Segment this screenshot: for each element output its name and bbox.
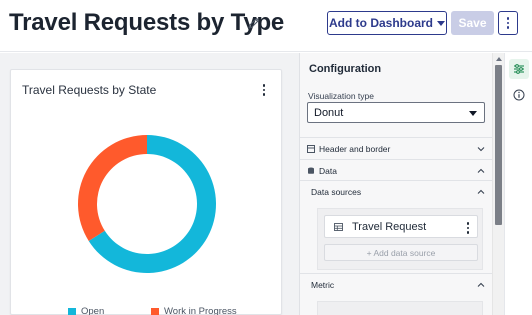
- chart-legend: Open Work in Progress: [11, 306, 283, 315]
- legend-label: Work in Progress: [164, 306, 237, 315]
- config-scrollbar[interactable]: [492, 53, 504, 315]
- section-header-border[interactable]: Header and border: [300, 137, 493, 159]
- chevron-up-icon: [477, 168, 485, 173]
- section-data[interactable]: Data: [300, 159, 493, 181]
- page-title: Travel Requests by Type: [9, 9, 285, 36]
- donut-chart: [78, 135, 216, 273]
- chevron-down-icon: [477, 147, 485, 152]
- settings-sliders-icon: [514, 64, 524, 74]
- more-vertical-icon[interactable]: [466, 222, 469, 234]
- add-to-dashboard-label: Add to Dashboard: [329, 16, 433, 30]
- dashboard-canvas: Travel Requests by State Open Work in Pro…: [0, 53, 299, 315]
- pencil-edit-icon[interactable]: [247, 16, 261, 30]
- chevron-down-icon: [437, 20, 445, 26]
- chart-widget[interactable]: Travel Requests by State Open Work in Pro…: [10, 69, 282, 315]
- legend-label: Open: [81, 306, 105, 315]
- section-data-sources-label: Data sources: [311, 186, 362, 197]
- table-icon: [334, 223, 343, 231]
- section-metric-label: Metric: [311, 279, 335, 290]
- data-source-name: Travel Request: [352, 220, 427, 233]
- legend-swatch: [151, 307, 159, 315]
- donut-slice-work-in-progress[interactable]: [78, 135, 147, 241]
- database-icon: [308, 167, 314, 174]
- chevron-up-icon: [477, 282, 485, 287]
- legend-item[interactable]: Work in Progress: [151, 306, 237, 315]
- section-data-label: Data: [319, 165, 337, 176]
- info-icon: [513, 89, 525, 101]
- configuration-tab-button[interactable]: [509, 59, 529, 79]
- more-vertical-icon: [506, 17, 510, 29]
- add-data-source-button[interactable]: + Add data source: [324, 244, 478, 261]
- header-bar: Travel Requests by Type Add to Dashboard…: [0, 0, 532, 52]
- data-source-item[interactable]: Travel Request: [324, 215, 478, 238]
- metric-container: [317, 301, 483, 315]
- legend-item[interactable]: Open: [68, 306, 104, 315]
- chevron-up-icon: [477, 189, 485, 194]
- right-rail: [504, 53, 532, 315]
- section-metric[interactable]: Metric: [300, 273, 493, 295]
- viz-type-value: Donut: [314, 106, 344, 119]
- chevron-down-icon: [469, 111, 477, 116]
- scroll-up-arrow-icon[interactable]: [496, 57, 502, 61]
- section-header-border-label: Header and border: [319, 143, 391, 154]
- configuration-panel: Configuration Visualization type Donut H…: [299, 53, 493, 315]
- config-title: Configuration: [309, 63, 382, 75]
- add-to-dashboard-button[interactable]: Add to Dashboard: [327, 11, 447, 35]
- viz-type-select[interactable]: Donut: [307, 102, 485, 123]
- save-button[interactable]: Save: [451, 11, 494, 35]
- section-data-sources[interactable]: Data sources: [300, 180, 493, 202]
- header-border-icon: [307, 145, 315, 153]
- legend-swatch: [68, 307, 76, 315]
- viz-type-label: Visualization type: [308, 91, 374, 101]
- scroll-thumb[interactable]: [495, 65, 502, 225]
- more-options-button[interactable]: [498, 11, 518, 35]
- data-sources-container: Travel Request + Add data source: [317, 208, 483, 270]
- info-tab-button[interactable]: [509, 85, 529, 105]
